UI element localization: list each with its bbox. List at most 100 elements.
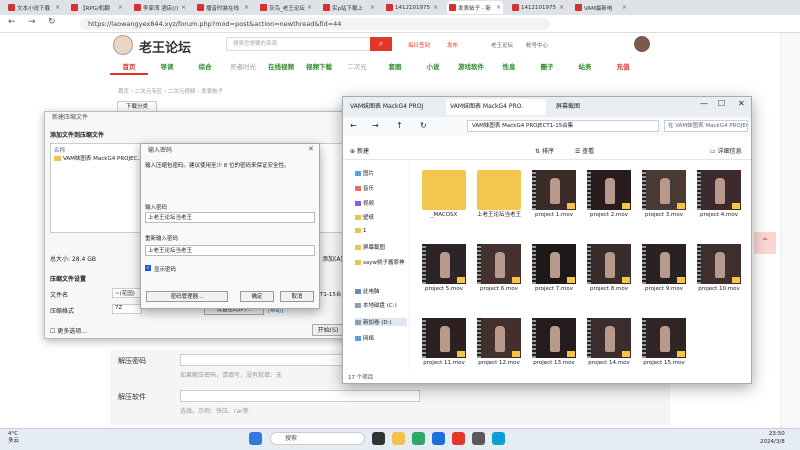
video-file-item[interactable]: project 8.mov [584, 244, 634, 293]
close-tab-icon[interactable]: × [244, 4, 249, 11]
video-file-item[interactable]: project 9.mov [639, 244, 689, 293]
app-icon-3[interactable] [492, 432, 505, 445]
explorer-tab-3[interactable]: 屏幕截图 [552, 99, 612, 115]
nav-item-games[interactable]: 游戏软件 [452, 59, 490, 75]
url-input[interactable]: https://laowangyex844.xyz/forum.php?mod=… [80, 18, 550, 30]
video-file-item[interactable]: project 13.mov [529, 318, 579, 367]
file-list-item[interactable]: VAM妹图表 MackG4 PROJEC... [54, 154, 143, 162]
app-icon[interactable] [452, 432, 465, 445]
forum-link[interactable]: 老王论坛 [491, 41, 513, 49]
nav-item-anime[interactable]: 二次元 [338, 59, 376, 75]
add-button[interactable]: 添加(A) [322, 254, 343, 263]
explorer-tab-2[interactable]: VAM妹图表 MackG4 PRO. [446, 99, 546, 115]
forward-icon[interactable]: → [28, 17, 36, 27]
close-tab-icon[interactable]: × [118, 4, 123, 11]
browser-tab[interactable]: 【RPG/机翻 × [69, 1, 125, 14]
back-icon[interactable]: ← [8, 17, 16, 27]
sidebar-item[interactable]: 此电脑 [355, 287, 380, 295]
view-button[interactable]: ☰ 查看 [575, 146, 594, 155]
browser-tab[interactable]: 1412101975 × [384, 1, 440, 14]
video-file-item[interactable]: project 6.mov [474, 244, 524, 293]
nav-item-4[interactable]: 灵者时光 [224, 59, 262, 75]
back-to-top-button[interactable]: ⌃ [754, 232, 776, 254]
nav-item-video-download[interactable]: 视频下载 [300, 59, 338, 75]
close-window-icon[interactable]: ✕ [738, 99, 745, 108]
close-tab-icon[interactable]: × [559, 4, 564, 11]
close-tab-icon[interactable]: × [370, 4, 375, 11]
browser-tab[interactable]: 实p站下载上 × [321, 1, 377, 14]
nav-item-11[interactable]: 性息 [490, 59, 528, 75]
password-input[interactable]: 上老王论坛当老王 [145, 212, 315, 223]
more-options-checkbox[interactable]: ☐ 更多选项... [50, 326, 87, 335]
close-tab-icon[interactable]: × [55, 4, 60, 11]
confirm-password-input[interactable]: 上老王论坛当老王 [145, 245, 315, 256]
checkin-link[interactable]: 每日签到 [408, 41, 430, 49]
sidebar-item[interactable]: 1 [355, 228, 367, 234]
browser-tab[interactable]: 文本小说下载 × [6, 1, 62, 14]
nav-item-admin[interactable]: 站务 [566, 59, 604, 75]
unzip-software-input[interactable] [180, 390, 420, 402]
nav-item-pics[interactable]: 套图 [376, 59, 414, 75]
task-view-icon[interactable] [372, 432, 385, 445]
page-scrollbar[interactable] [782, 33, 800, 428]
video-file-item[interactable]: project 14.mov [584, 318, 634, 367]
close-tab-icon[interactable]: × [622, 4, 627, 11]
sidebar-item[interactable]: 本地磁盘 (C:) [355, 301, 397, 309]
format-select[interactable]: 7Z [112, 304, 142, 314]
edge-icon[interactable] [412, 432, 425, 445]
file-explorer-icon[interactable] [392, 432, 405, 445]
taskbar-search[interactable]: 搜索 [270, 432, 365, 445]
folder-item[interactable]: _MACOSX [419, 170, 469, 219]
refresh-icon[interactable]: ↻ [420, 121, 427, 130]
video-file-item[interactable]: project 12.mov [474, 318, 524, 367]
app-icon-2[interactable] [472, 432, 485, 445]
sidebar-item[interactable]: 新加卷 (D:) [355, 318, 407, 326]
search-button[interactable]: ⌕ [370, 37, 392, 51]
explorer-path-bar[interactable]: VAM妹图表 MackG4 PROJECT1-15合集 [467, 120, 659, 132]
up-icon[interactable]: ↑ [396, 121, 403, 130]
start-button[interactable]: 开始(S) [312, 324, 344, 336]
clock[interactable]: 23:50 2024/3/8 [760, 430, 785, 446]
nav-item-novel[interactable]: 小说 [414, 59, 452, 75]
video-file-item[interactable]: project 4.mov [694, 170, 744, 219]
nav-item-general[interactable]: 综合 [186, 59, 224, 75]
start-icon[interactable] [249, 432, 262, 445]
sidebar-item[interactable]: 屏幕截图 [355, 243, 385, 251]
close-icon[interactable]: ✕ [308, 145, 314, 153]
weather-widget[interactable]: 4°C 多云 [8, 431, 19, 445]
forward-icon[interactable]: → [372, 121, 379, 130]
maximize-icon[interactable]: ☐ [718, 99, 725, 108]
close-tab-icon[interactable]: × [496, 4, 501, 11]
explorer-tab-1[interactable]: VAM妹图表 MackG4 PROJ [346, 99, 444, 115]
sort-button[interactable]: ⇅ 排序 [535, 146, 554, 155]
sidebar-item[interactable]: 图片 [355, 169, 374, 177]
browser-tab[interactable]: 播音时装在线 × [195, 1, 251, 14]
minimize-icon[interactable]: — [700, 99, 708, 108]
video-file-item[interactable]: project 5.mov [419, 244, 469, 293]
new-button[interactable]: ⊕ 新建 [350, 146, 369, 155]
browser-tab[interactable]: 发表帖子 - 新 × [447, 1, 503, 14]
sidebar-item[interactable]: 音乐 [355, 184, 374, 192]
video-file-item[interactable]: project 7.mov [529, 244, 579, 293]
video-file-item[interactable]: project 11.mov [419, 318, 469, 367]
back-icon[interactable]: ← [350, 121, 357, 130]
video-file-item[interactable]: project 15.mov [639, 318, 689, 367]
sidebar-item[interactable]: 壁纸 [355, 213, 374, 221]
publish-link[interactable]: 发布 [447, 41, 458, 49]
sidebar-item[interactable]: 视频 [355, 199, 374, 207]
nav-item-home[interactable]: 首页 [110, 59, 148, 75]
browser-tab[interactable]: 灰鸟_老王论坛 × [258, 1, 314, 14]
nav-item-recharge[interactable]: 充值 [604, 59, 642, 75]
explorer-search-input[interactable]: 在 VAM妹图表 MackG4 PROJECT [664, 120, 748, 132]
browser-tab[interactable]: 李家湾 酒店(/) × [132, 1, 188, 14]
video-file-item[interactable]: project 3.mov [639, 170, 689, 219]
video-file-item[interactable]: project 1.mov [529, 170, 579, 219]
avatar[interactable] [634, 36, 650, 52]
folder-item[interactable]: 上老王论坛当老王 [474, 170, 524, 219]
details-button[interactable]: ▭ 详细信息 [710, 146, 742, 155]
close-tab-icon[interactable]: × [433, 4, 438, 11]
refresh-icon[interactable]: ↻ [48, 17, 56, 27]
sidebar-item[interactable]: 网络 [355, 334, 374, 342]
site-logo[interactable]: 老王论坛 [139, 37, 191, 56]
password-manager-button[interactable]: 密码管理器... [146, 291, 228, 302]
